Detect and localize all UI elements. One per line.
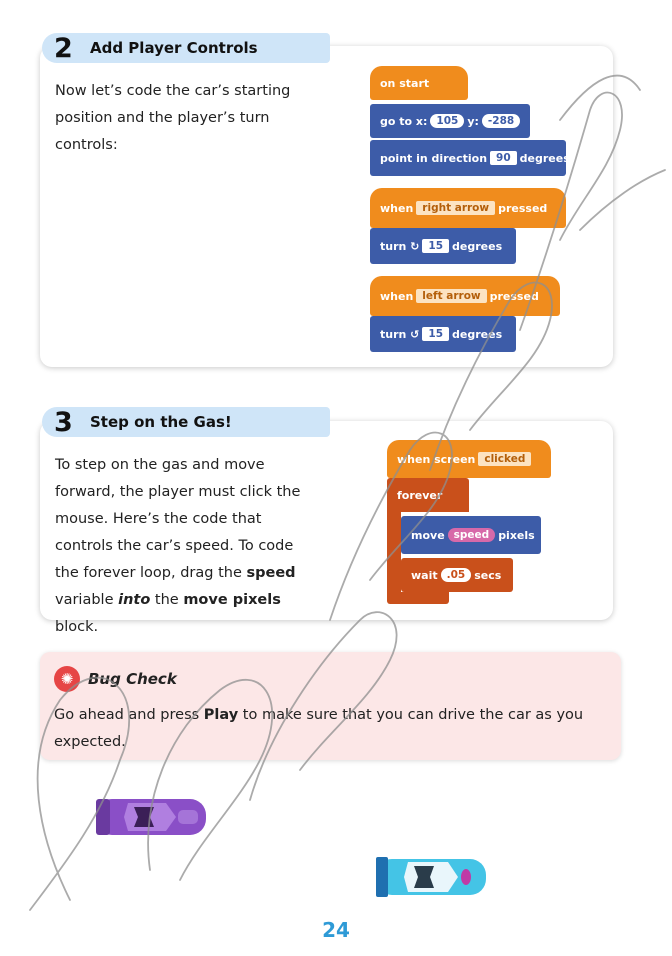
point-direction-block: point in direction 90 degrees <box>370 140 570 176</box>
bug-check-text: Go ahead and press Play to make sure tha… <box>54 707 584 750</box>
section-2-tab: 2 Add Player Controls <box>42 32 330 64</box>
forever-loop-end <box>387 592 449 604</box>
speed-variable: speed <box>447 528 496 542</box>
blue-car-image <box>376 857 486 897</box>
section-2-number: 2 <box>54 32 73 64</box>
turn-right-value: 15 <box>422 239 450 253</box>
bug-check-title: Bug Check <box>88 670 177 688</box>
when-screen-clicked-block: when screen clicked <box>387 440 551 478</box>
when-left-arrow-block: when left arrow pressed <box>370 276 560 316</box>
section-2-text: Now let’s code the car’s starting positi… <box>55 83 291 153</box>
bug-icon: ✺ <box>54 666 80 692</box>
speed-variable-term: speed <box>246 565 296 581</box>
move-pixels-block: move speed pixels <box>401 516 541 554</box>
section-2-title: Add Player Controls <box>90 39 258 57</box>
section-3-title: Step on the Gas! <box>90 413 232 431</box>
wait-value: .05 <box>440 568 472 582</box>
forever-loop-body <box>387 512 401 594</box>
purple-car-image <box>96 799 206 835</box>
turn-left-value: 15 <box>422 327 450 341</box>
goto-y-value: -288 <box>481 114 521 128</box>
into-term: into <box>118 592 151 608</box>
direction-value: 90 <box>490 151 517 165</box>
bug-check-header: ✺ Bug Check <box>54 666 177 692</box>
when-right-arrow-block: when right arrow pressed <box>370 188 566 228</box>
move-pixels-term: move pixels <box>183 592 281 608</box>
section-3-text: To step on the gas and move forward, the… <box>55 457 301 635</box>
section-3-number: 3 <box>54 406 73 438</box>
page-number: 24 <box>322 918 350 942</box>
right-arrow-key: right arrow <box>416 201 496 215</box>
forever-block: forever <box>387 478 469 512</box>
wait-block: wait .05 secs <box>401 558 513 592</box>
clicked-option: clicked <box>478 452 532 466</box>
on-start-block: on start <box>370 66 468 100</box>
left-arrow-key: left arrow <box>416 289 487 303</box>
section-3-tab: 3 Step on the Gas! <box>42 406 330 438</box>
turn-left-block: turn ↺ 15 degrees <box>370 316 516 352</box>
goto-x-value: 105 <box>430 114 465 128</box>
play-term: Play <box>203 707 239 723</box>
bug-check-box: ✺ Bug Check Go ahead and press Play to m… <box>40 652 621 760</box>
turn-right-block: turn ↻ 15 degrees <box>370 228 516 264</box>
goto-block: go to x: 105 y: -288 <box>370 104 530 138</box>
